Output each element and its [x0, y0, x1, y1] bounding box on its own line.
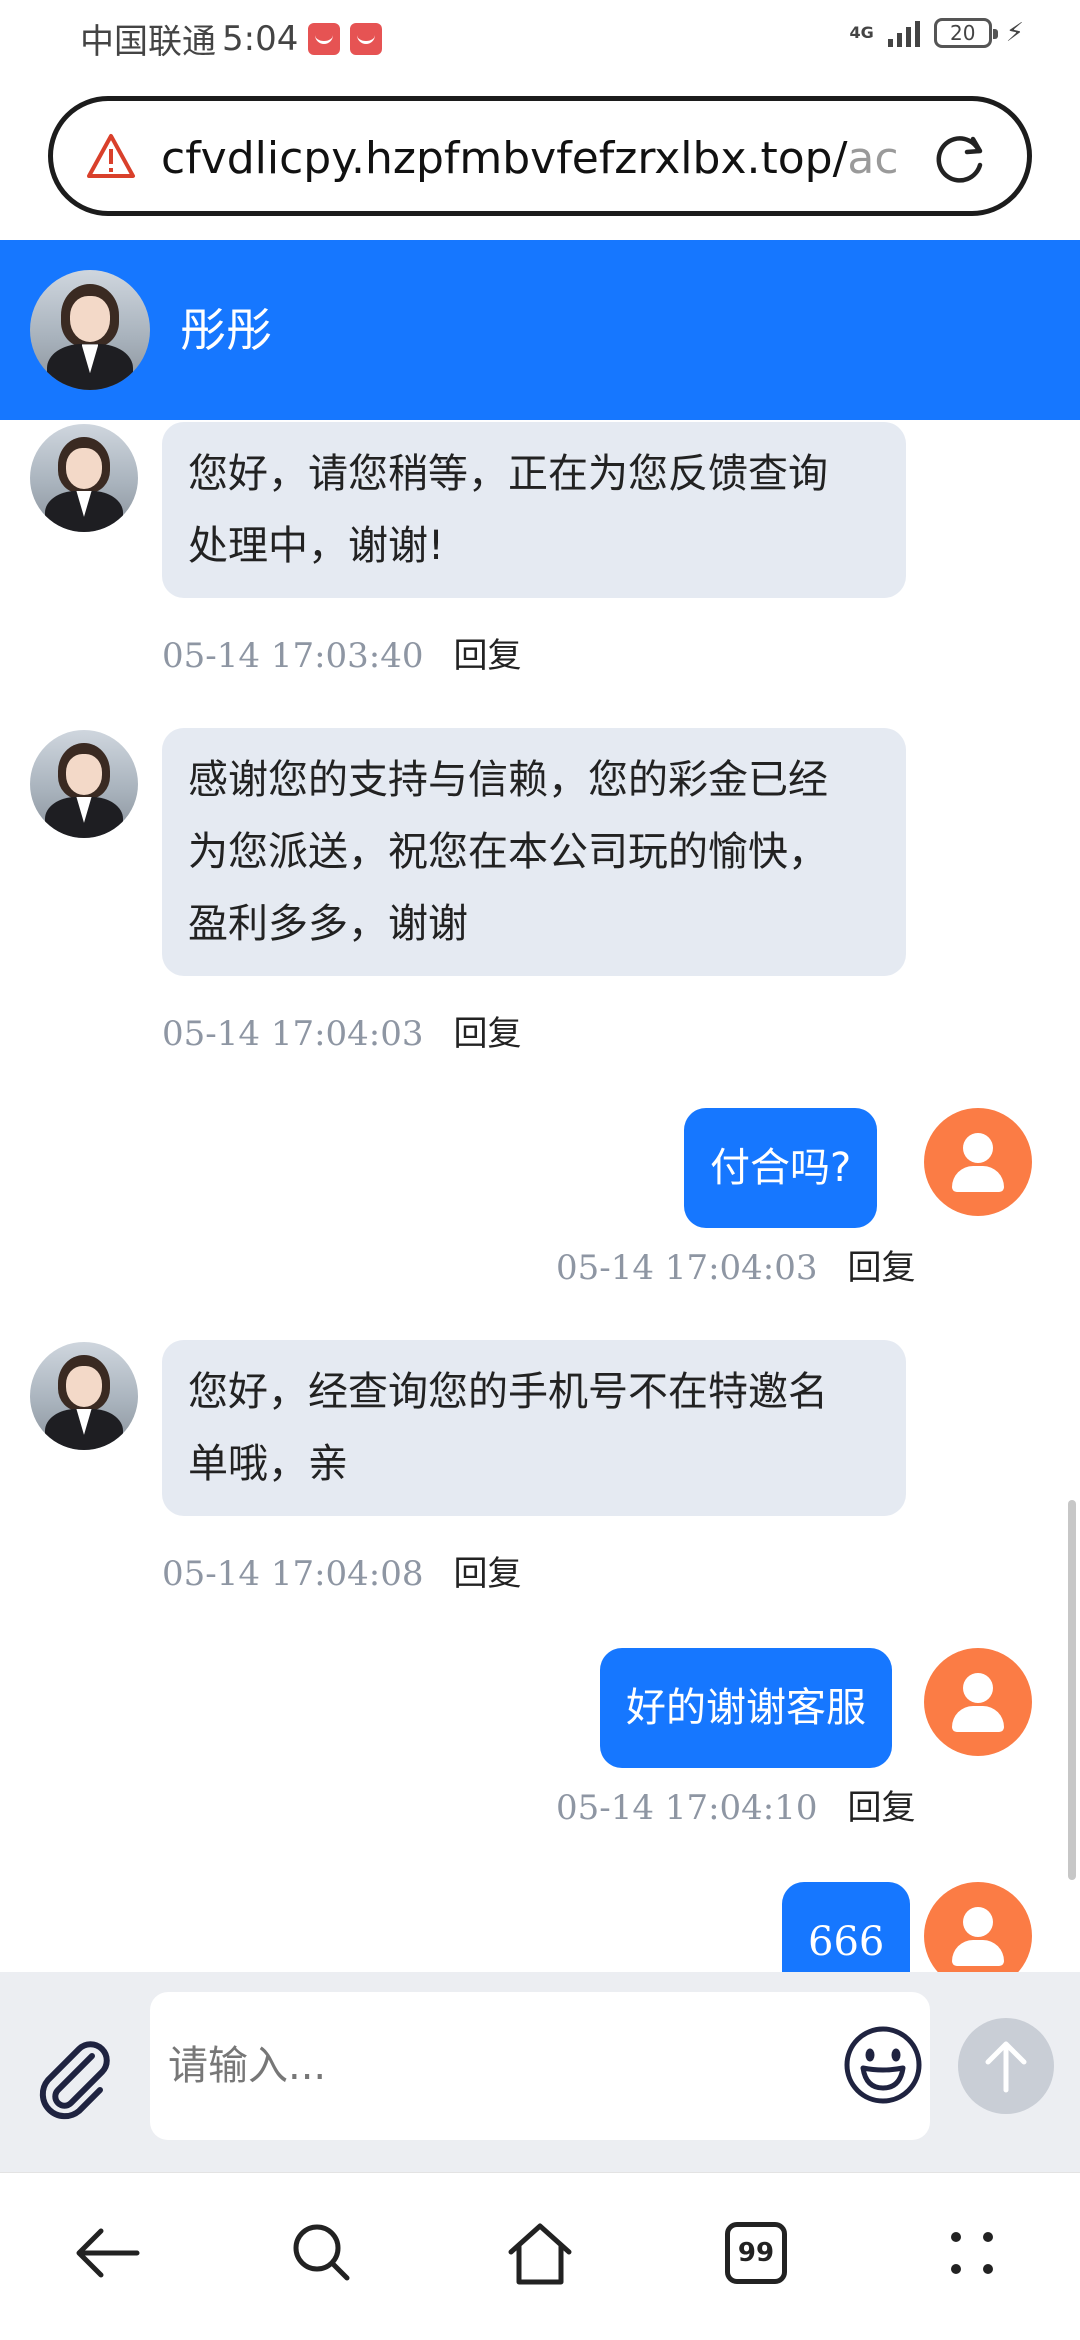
tabs-count: 99 [737, 2238, 775, 2268]
url-text[interactable]: cfvdlicpy.hzpfmbvfefzrxlbx.top/ac [161, 127, 941, 191]
agent-avatar[interactable] [30, 1342, 138, 1450]
message-input[interactable] [150, 1992, 930, 2140]
paperclip-icon[interactable] [30, 2034, 120, 2124]
more-icon [951, 2232, 993, 2274]
message-bubble-incoming[interactable]: 您好，请您稍等，正在为您反馈查询 处理中，谢谢! [162, 422, 906, 598]
reload-icon[interactable] [929, 127, 991, 189]
browser-nav-bar: 99 [0, 2172, 1080, 2340]
reply-button[interactable]: 回复 [454, 1014, 522, 1054]
user-avatar[interactable] [924, 1648, 1032, 1756]
notification-icon [308, 22, 341, 55]
scrollbar[interactable] [1068, 1500, 1076, 1880]
agent-avatar[interactable] [30, 424, 138, 532]
agent-avatar[interactable] [30, 270, 150, 390]
chat-header: 彤彤 [0, 240, 1080, 420]
status-bar: 中国联通 5:04 4G 20 ⚡ [0, 0, 1080, 76]
network-type: 4G [849, 23, 874, 42]
agent-avatar[interactable] [30, 730, 138, 838]
message-timestamp: 05-14 17:04:08 [162, 1554, 424, 1594]
message-meta: 05-14 17:04:03 回复 [556, 1248, 916, 1288]
charging-icon: ⚡ [1005, 18, 1024, 48]
message-text: 您好，请您稍等，正在为您反馈查询 [188, 451, 828, 497]
home-button[interactable] [500, 2213, 580, 2293]
url-faded: ac [847, 133, 899, 184]
message-text: 为您派送，祝您在本公司玩的愉快， [188, 829, 828, 875]
message-bubble-incoming[interactable]: 您好，经查询您的手机号不在特邀名 单哦，亲 [162, 1340, 906, 1516]
reply-button[interactable]: 回复 [454, 1554, 522, 1594]
message-bubble-outgoing[interactable]: 666 [782, 1882, 911, 1972]
message-meta: 05-14 17:03:40 回复 [162, 636, 522, 676]
battery-icon: 20 [933, 18, 998, 48]
reply-button[interactable]: 回复 [848, 1788, 916, 1828]
message-text: 单哦，亲 [188, 1441, 348, 1487]
message-timestamp: 05-14 17:04:10 [556, 1788, 818, 1828]
emoji-icon[interactable] [842, 2024, 924, 2106]
status-right: 4G 20 ⚡ [849, 18, 1024, 48]
back-button[interactable] [68, 2213, 148, 2293]
notification-icon [350, 22, 383, 55]
status-left: 中国联通 5:04 [80, 14, 383, 63]
message-meta: 05-14 17:04:03 回复 [162, 1014, 522, 1054]
composer-bar [0, 1972, 1080, 2172]
message-timestamp: 05-14 17:04:03 [162, 1014, 424, 1054]
message-text: 感谢您的支持与信赖，您的彩金已经 [188, 757, 828, 803]
message-text: 付合吗? [710, 1145, 852, 1191]
tabs-icon: 99 [725, 2222, 787, 2284]
address-bar[interactable]: cfvdlicpy.hzpfmbvfefzrxlbx.top/ac [48, 96, 1032, 216]
message-text: 好的谢谢客服 [626, 1685, 866, 1731]
message-text: 盈利多多，谢谢 [188, 901, 468, 947]
message-timestamp: 05-14 17:04:03 [556, 1248, 818, 1288]
back-icon [76, 2228, 140, 2278]
home-icon [508, 2223, 572, 2285]
arrow-up-icon [985, 2041, 1027, 2093]
more-button[interactable] [932, 2213, 1012, 2293]
user-avatar[interactable] [924, 1108, 1032, 1216]
send-button[interactable] [958, 2018, 1054, 2114]
carrier-label: 中国联通 [80, 22, 216, 62]
message-meta: 05-14 17:04:10 回复 [556, 1788, 916, 1828]
url-main: cfvdlicpy.hzpfmbvfefzrxlbx.top/ [161, 133, 848, 184]
battery-level: 20 [950, 21, 976, 45]
tabs-button[interactable]: 99 [716, 2213, 796, 2293]
message-meta: 05-14 17:04:08 回复 [162, 1554, 522, 1594]
search-button[interactable] [282, 2213, 362, 2293]
user-avatar[interactable] [924, 1882, 1032, 1972]
warning-icon[interactable] [85, 131, 137, 183]
message-text: 666 [808, 1919, 885, 1965]
clock: 5:04 [222, 18, 299, 59]
message-list[interactable]: 您好，请您稍等，正在为您反馈查询 处理中，谢谢! 05-14 17:03:40 回… [0, 420, 1080, 1972]
message-bubble-outgoing[interactable]: 好的谢谢客服 [600, 1648, 892, 1768]
signal-icon [887, 19, 920, 47]
message-text: 您好，经查询您的手机号不在特邀名 [188, 1369, 828, 1415]
reply-button[interactable]: 回复 [848, 1248, 916, 1288]
message-bubble-incoming[interactable]: 感谢您的支持与信赖，您的彩金已经 为您派送，祝您在本公司玩的愉快， 盈利多多，谢… [162, 728, 906, 976]
message-bubble-outgoing[interactable]: 付合吗? [684, 1108, 878, 1228]
reply-button[interactable]: 回复 [454, 636, 522, 676]
message-text: 处理中，谢谢! [188, 523, 445, 569]
message-timestamp: 05-14 17:03:40 [162, 636, 424, 676]
agent-name: 彤彤 [180, 303, 272, 357]
search-icon [293, 2224, 350, 2281]
